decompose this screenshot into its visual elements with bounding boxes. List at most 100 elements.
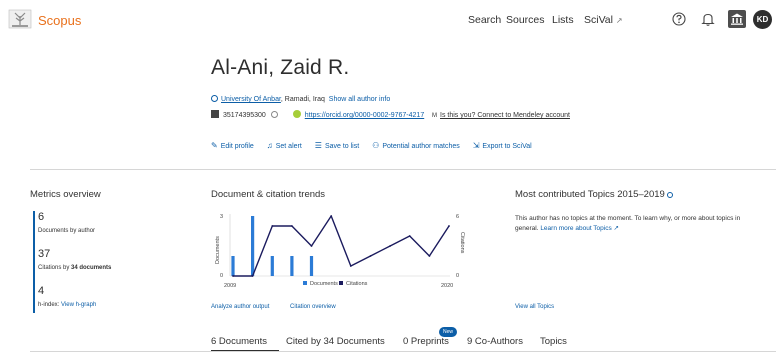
- citations-label-prefix: Citations by: [38, 265, 72, 271]
- citations-point[interactable]: [448, 225, 450, 227]
- save-to-list-label: Save to list: [324, 143, 360, 150]
- right-axis-label: Citations: [459, 232, 465, 254]
- trends-title: Document & citation trends: [211, 189, 326, 200]
- documents-bar[interactable]: [290, 256, 294, 276]
- citation-overview-link[interactable]: Citation overview: [290, 304, 336, 310]
- documents-bar[interactable]: [231, 256, 235, 276]
- left-tick-max: 3: [220, 214, 223, 220]
- top-bar: Scopus Search Sources Lists SciVal ↗ KD: [0, 0, 776, 40]
- elsevier-logo-icon[interactable]: [8, 8, 32, 30]
- export-icon: ⇲: [472, 141, 480, 150]
- identifier-row: 35174395300 https://orcid.org/0000-0002-…: [211, 110, 570, 119]
- set-alert-button[interactable]: ♫ Set alert: [266, 141, 302, 150]
- document-citation-trends-chart: 3 0 6 0 Documents Citations 2009 2020 Do…: [215, 214, 465, 289]
- topics-message: This author has no topics at the moment.…: [515, 214, 747, 234]
- nav-scival-label: SciVal: [584, 14, 613, 26]
- left-axis-label: Documents: [215, 236, 221, 264]
- citations-point[interactable]: [271, 225, 274, 227]
- citations-line[interactable]: [233, 215, 450, 277]
- x-end-label: 2020: [441, 283, 453, 289]
- left-tick-zero: 0: [220, 273, 223, 279]
- topics-title-text: Most contributed Topics 2015–2019: [515, 189, 665, 200]
- h-index-value: 4: [38, 285, 45, 297]
- nav-scival[interactable]: SciVal ↗: [584, 14, 623, 26]
- section-divider: [30, 169, 776, 170]
- orcid-icon: [292, 110, 301, 118]
- nav-sources[interactable]: Sources: [506, 14, 545, 26]
- export-to-scival-button[interactable]: ⇲ Export to SciVal: [472, 141, 532, 150]
- mendeley-icon: M: [432, 113, 437, 119]
- mendeley-connect-link[interactable]: Is this you? Connect to Mendeley account: [440, 112, 570, 119]
- citations-point[interactable]: [330, 215, 333, 217]
- analyze-author-output-link[interactable]: Analyze author output: [211, 304, 269, 310]
- external-link-icon: ↗: [615, 16, 623, 25]
- citations-label-documents: 34 documents: [71, 265, 112, 271]
- citations-point[interactable]: [428, 255, 431, 257]
- documents-bar[interactable]: [251, 216, 255, 276]
- location-text: , Ramadi, Iraq: [280, 96, 325, 103]
- citations-count[interactable]: 37: [38, 248, 50, 260]
- metrics-overview-title: Metrics overview: [30, 189, 101, 200]
- right-tick-zero: 0: [456, 273, 459, 279]
- scopus-id-icon: [211, 110, 219, 118]
- documents-label: Documents by author: [38, 228, 96, 234]
- citations-point[interactable]: [349, 265, 352, 267]
- legend-documents-label: Documents: [310, 281, 338, 287]
- tab-preprints[interactable]: 0 Preprints: [403, 336, 449, 347]
- x-start-label: 2009: [224, 283, 236, 289]
- learn-more-topics-link[interactable]: Learn more about Topics ↗: [540, 225, 619, 232]
- affiliation-row: University Of Anbar, Ramadi, Iraq Show a…: [211, 95, 390, 103]
- nav-lists[interactable]: Lists: [552, 14, 574, 26]
- potential-author-matches-button[interactable]: ⚇ Potential author matches: [372, 141, 460, 150]
- documents-bar[interactable]: [309, 256, 314, 276]
- tab-documents[interactable]: 6 Documents: [211, 336, 267, 347]
- nav-search[interactable]: Search: [468, 14, 501, 26]
- documents-count[interactable]: 6: [38, 211, 44, 223]
- view-all-topics-link[interactable]: View all Topics: [515, 304, 554, 310]
- metrics-accent-bar: [33, 211, 35, 313]
- new-badge: New: [439, 327, 457, 337]
- institution-glyph: [731, 13, 743, 25]
- citations-point[interactable]: [408, 235, 411, 237]
- save-to-list-button[interactable]: ☰ Save to list: [314, 141, 360, 150]
- people-icon: ⚇: [372, 141, 380, 150]
- institution-icon[interactable]: [728, 10, 746, 28]
- legend-citations-label: Citations: [346, 281, 368, 287]
- citations-point[interactable]: [251, 275, 254, 277]
- h-index-row: h-index: View h-graph: [38, 302, 96, 308]
- view-h-graph-link[interactable]: View h-graph: [61, 302, 96, 308]
- tab-topics[interactable]: Topics: [540, 336, 567, 347]
- topics-info-icon[interactable]: [667, 192, 674, 198]
- documents-bar[interactable]: [270, 256, 274, 276]
- export-to-scival-label: Export to SciVal: [482, 143, 532, 150]
- citations-point[interactable]: [389, 245, 391, 247]
- legend-documents-swatch: [303, 281, 307, 285]
- citations-label: Citations by 34 documents: [38, 265, 111, 271]
- info-icon[interactable]: [270, 111, 278, 118]
- help-icon[interactable]: [670, 10, 688, 28]
- legend-citations-swatch: [339, 281, 343, 285]
- bell-outline-icon: ♫: [266, 141, 273, 150]
- citations-point[interactable]: [310, 245, 313, 247]
- potential-author-matches-label: Potential author matches: [382, 143, 460, 150]
- set-alert-label: Set alert: [275, 143, 302, 150]
- bell-icon[interactable]: [699, 10, 717, 28]
- author-id: 35174395300: [223, 112, 266, 119]
- affiliation-icon: [211, 95, 218, 102]
- pencil-icon: ✎: [211, 141, 218, 150]
- user-avatar[interactable]: KD: [753, 10, 772, 29]
- citations-point[interactable]: [291, 225, 293, 227]
- list-icon: ☰: [314, 141, 322, 150]
- citations-point[interactable]: [232, 275, 234, 277]
- author-name: Al-Ani, Zaid R.: [211, 56, 350, 79]
- brand-name[interactable]: Scopus: [38, 13, 81, 28]
- show-all-author-info-link[interactable]: Show all author info: [329, 96, 390, 103]
- tab-co-authors[interactable]: 9 Co-Authors: [467, 336, 523, 347]
- edit-profile-button[interactable]: ✎ Edit profile: [211, 141, 254, 150]
- citations-point[interactable]: [369, 255, 372, 257]
- tab-cited-by[interactable]: Cited by 34 Documents: [286, 336, 385, 347]
- orcid-link[interactable]: https://orcid.org/0000-0002-9767-4217: [305, 112, 424, 119]
- h-index-label: h-index:: [38, 302, 60, 308]
- topics-title: Most contributed Topics 2015–2019: [515, 189, 676, 200]
- university-link[interactable]: University Of Anbar: [221, 96, 281, 103]
